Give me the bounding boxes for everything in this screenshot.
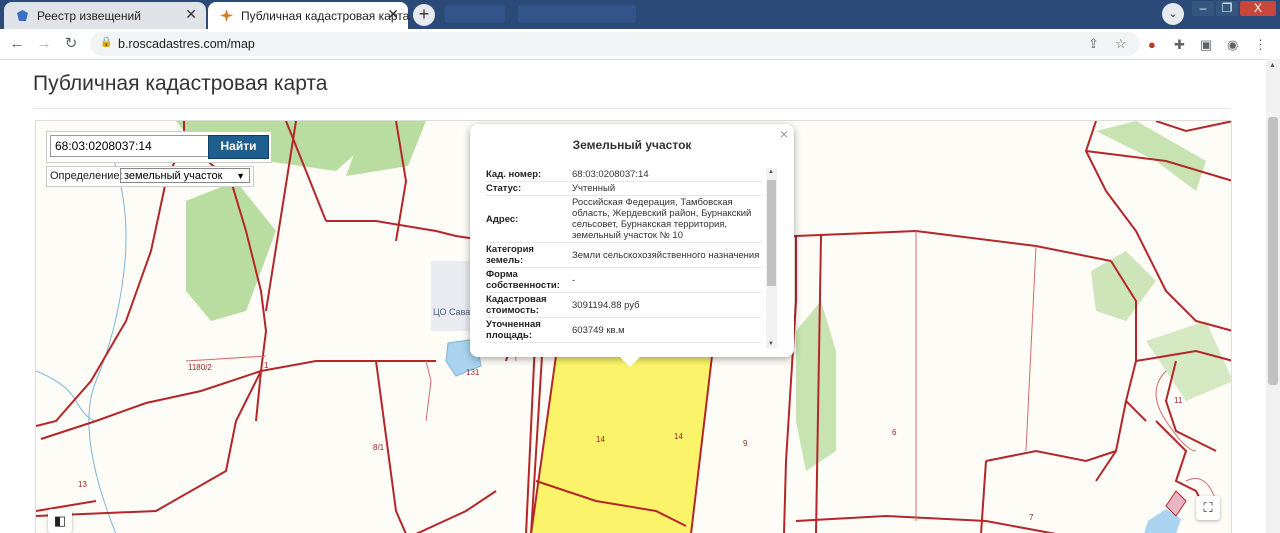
attribute-value: -	[572, 274, 576, 286]
cadastral-favicon-icon	[220, 9, 233, 22]
river-line	[36, 370, 97, 422]
forest-area	[1096, 121, 1206, 191]
page-title: Публичная кадастровая карта	[33, 72, 328, 95]
parcel-label: 1	[264, 361, 269, 370]
search-panel: Найти	[46, 131, 272, 163]
attribute-value: 3091194.88 руб	[572, 299, 640, 311]
forward-arrow-icon[interactable]: →	[35, 35, 53, 53]
forest-area	[1091, 251, 1156, 321]
attribute-row: Категория земель: Земли сельскохозяйствен…	[486, 243, 762, 268]
maximize-button[interactable]: ❐	[1216, 1, 1238, 16]
parcel-label: 14	[674, 432, 683, 441]
attribute-key: Статус:	[486, 183, 522, 194]
definition-label: Определение:	[50, 170, 123, 182]
attribute-key: Кад. номер:	[486, 169, 542, 180]
side-panel-icon[interactable]: ▣	[1200, 37, 1212, 53]
parcel-label: 131	[466, 368, 480, 377]
tab-registry[interactable]: Реестр извещений ✕	[4, 2, 206, 29]
attribute-row: Форма собственности: -	[486, 268, 762, 293]
lock-icon: 🔒	[100, 37, 113, 48]
url-text: b.roscadastres.com/map	[118, 37, 255, 51]
registry-favicon-icon	[17, 10, 28, 21]
parcel-attributes-table: Кад. номер: 68:03:0208037:14 Статус: Учтен…	[486, 168, 762, 348]
blurred-tab[interactable]	[518, 5, 636, 23]
cadastral-number-input[interactable]	[50, 135, 210, 157]
scroll-up-icon[interactable]: ▲	[1269, 62, 1276, 69]
tab-cadastral-map[interactable]: Публичная кадастровая карта ✕	[208, 2, 410, 29]
forest-area	[1146, 321, 1231, 401]
attribute-key: Адрес:	[486, 213, 519, 225]
scroll-down-icon[interactable]: ▼	[768, 341, 774, 347]
tab-close-icon[interactable]: ✕	[387, 6, 399, 23]
page-scrollbar[interactable]: ▲	[1266, 59, 1280, 533]
back-arrow-icon[interactable]: ←	[8, 35, 26, 53]
attribute-value: 68:03:0208037:14	[572, 169, 649, 180]
attribute-row: Кадастровая стоимость: 3091194.88 руб	[486, 293, 762, 318]
popup-scrollbar-thumb[interactable]	[767, 180, 776, 286]
attribute-key: Форма собственности:	[486, 269, 560, 291]
new-tab-button[interactable]: +	[413, 4, 435, 26]
forest-area	[796, 301, 836, 471]
attribute-row: Адрес: Российская Федерация, Тамбовская о…	[486, 196, 762, 243]
browser-toolbar: ← → ↻ 🔒 b.roscadastres.com/map ⇪ ☆ ● ✚ ▣…	[0, 29, 1280, 60]
tab-search-chevron-icon[interactable]: ⌄	[1162, 3, 1184, 25]
parcel-label: 11	[1174, 396, 1183, 405]
parcel-info-popup: × Земельный участок Кад. номер: 68:03:020…	[470, 124, 794, 367]
bookmark-star-icon[interactable]: ☆	[1115, 36, 1127, 52]
parcel-label: 8/1	[373, 443, 385, 452]
minimize-button[interactable]: –	[1192, 1, 1214, 16]
chevron-down-icon: ▼	[236, 171, 245, 181]
attribute-value: Учтенный	[572, 183, 616, 194]
tab-title: Реестр извещений	[37, 9, 141, 23]
extensions-puzzle-icon[interactable]: ✚	[1174, 37, 1185, 53]
definition-selected-value: земельный участок	[124, 170, 223, 182]
attribute-key: Уточненная площадь:	[486, 319, 541, 341]
parcel-label: 13	[78, 480, 87, 489]
cadastral-map[interactable]: Найти Определение: земельный участок ▼ 1…	[35, 120, 1232, 533]
parcel-label: 9	[743, 439, 748, 448]
attribute-row: Уточненная площадь: 603749 кв.м	[486, 318, 762, 343]
scroll-up-icon[interactable]: ▲	[768, 169, 774, 175]
scrollbar-thumb[interactable]	[1268, 117, 1278, 385]
popup-scrollbar[interactable]: ▲ ▼	[766, 168, 777, 348]
menu-kebab-icon[interactable]: ⋮	[1254, 37, 1267, 53]
attribute-value: 603749 кв.м	[572, 324, 625, 336]
divider	[33, 108, 1231, 109]
definition-panel: Определение: земельный участок ▼	[46, 166, 254, 187]
parcel-label: 6	[892, 428, 897, 437]
attribute-value: Российская Федерация, Тамбовская область…	[572, 197, 752, 241]
attribute-row: Кад. номер: 68:03:0208037:14	[486, 168, 762, 182]
tab-close-icon[interactable]: ✕	[185, 6, 197, 23]
attribute-value: Земли сельскохозяйственного назначения	[572, 249, 760, 261]
fullscreen-icon[interactable]: ⛶	[1196, 496, 1220, 520]
close-window-button[interactable]: X	[1240, 1, 1276, 16]
poi-label: ЦО Сава	[433, 307, 471, 317]
tab-title: Публичная кадастровая карта	[241, 9, 410, 23]
attribute-key: Категория земель:	[486, 244, 534, 266]
share-icon[interactable]: ⇪	[1088, 36, 1099, 52]
parcel-label: 14	[596, 435, 605, 444]
river-line	[88, 160, 127, 533]
definition-select[interactable]: земельный участок ▼	[120, 168, 250, 183]
parcel-label: 7	[1029, 513, 1034, 522]
profile-avatar-icon[interactable]: ◉	[1227, 37, 1238, 53]
blurred-tab[interactable]	[445, 5, 505, 23]
selected-parcel	[530, 355, 714, 533]
find-button[interactable]: Найти	[208, 135, 269, 159]
attribute-row: Статус: Учтенный	[486, 182, 762, 196]
tab-strip: Реестр извещений ✕ Публичная кадастровая…	[0, 0, 1280, 29]
extension-icon[interactable]: ●	[1148, 37, 1156, 52]
reload-icon[interactable]: ↻	[62, 35, 80, 53]
attribute-key: Кадастровая стоимость:	[486, 294, 547, 316]
parcel-label: 1180/2	[188, 363, 212, 372]
popup-title: Земельный участок	[572, 138, 692, 152]
address-bar[interactable]: 🔒 b.roscadastres.com/map ⇪ ☆	[90, 32, 1140, 56]
layers-icon[interactable]: ◧	[48, 509, 72, 533]
